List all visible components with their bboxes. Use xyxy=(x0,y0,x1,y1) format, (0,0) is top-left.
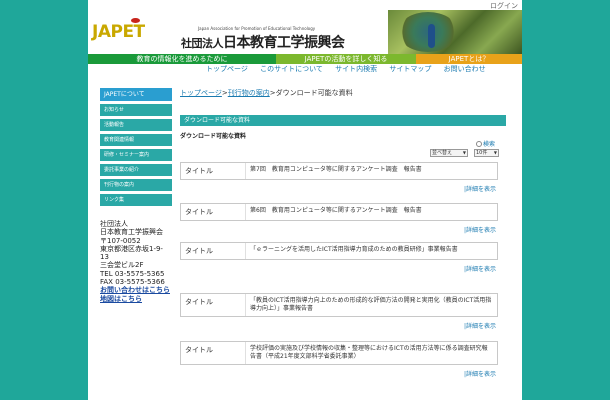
item-label: タイトル xyxy=(185,247,213,255)
section-header-bar: ダウンロード可能な資料 xyxy=(180,115,506,126)
chevron-down-icon: ▼ xyxy=(493,150,497,155)
detail-link[interactable]: |詳細を表示 xyxy=(180,184,496,193)
item-title: 学校評価の実施及び学校情報の収集・整理等におけるICTの活用方法等に係る調査研究… xyxy=(245,342,497,364)
org-name-label: 日本教育工学振興会 xyxy=(223,35,345,51)
peacock-photo xyxy=(388,10,522,54)
count-select-value: 10件 xyxy=(476,150,488,156)
nav-sitemap[interactable]: サイトマップ xyxy=(389,65,431,73)
address-line: 日本教育工学振興会 xyxy=(100,228,163,237)
org-name-japanese: 社団法人日本教育工学振興会 xyxy=(181,32,345,52)
item-title: 「教員のICT活用指導力向上のための形成的な評価方法の開発と実用化（教員のICT… xyxy=(245,294,497,316)
band-education-link[interactable]: 教育の情報化を進めるために xyxy=(88,54,276,64)
nav-top-page[interactable]: トップページ xyxy=(206,65,248,73)
nav-about-site[interactable]: このサイトについて xyxy=(260,65,323,73)
list-item: タイトル 第7回 教育用コンピュータ等に関するアンケート調査 報告書 |詳細を表… xyxy=(180,162,498,193)
top-navigation: トップページ このサイトについて サイト内検索 サイトマップ お問い合わせ xyxy=(206,64,496,74)
peacock-body-shape xyxy=(428,24,435,48)
item-label: タイトル xyxy=(185,167,213,175)
sidebar-item-links[interactable]: リンク集 xyxy=(100,194,172,206)
band-activities-link[interactable]: JAPETの活動を詳しく知る xyxy=(276,54,416,64)
detail-link[interactable]: |詳細を表示 xyxy=(180,264,496,273)
sidebar-item-publications[interactable]: 刊行物の案内 xyxy=(100,179,172,191)
org-name-english: Japan Association for Promotion of Educa… xyxy=(198,26,316,31)
breadcrumb: トップページ>刊行物の案内>ダウンロード可能な資料 xyxy=(180,88,510,98)
count-select[interactable]: 10件 ▼ xyxy=(474,149,499,157)
site-header: JAPET Japan Association for Promotion of… xyxy=(88,10,522,54)
sidebar-menu: JAPETについて お知らせ 活動報告 教育関連情報 研修・セミナー案内 委託事… xyxy=(100,88,172,209)
item-label: タイトル xyxy=(185,298,213,306)
contact-link[interactable]: お問い合わせはこちら xyxy=(100,286,172,294)
item-label: タイトル xyxy=(185,208,213,216)
detail-link[interactable]: |詳細を表示 xyxy=(180,225,496,234)
breadcrumb-publications[interactable]: 刊行物の案内 xyxy=(228,89,270,97)
chevron-down-icon: ▼ xyxy=(462,150,466,155)
sort-select[interactable]: 並べ替え ▼ xyxy=(430,149,468,157)
item-box: タイトル 学校評価の実施及び学校情報の収集・整理等におけるICTの活用方法等に係… xyxy=(180,341,498,365)
breadcrumb-current: ダウンロード可能な資料 xyxy=(275,89,353,97)
detail-link[interactable]: |詳細を表示 xyxy=(180,369,496,378)
address-line: 〒107-0052 xyxy=(100,236,141,245)
item-box: タイトル 第7回 教育用コンピュータ等に関するアンケート調査 報告書 xyxy=(180,162,498,180)
nav-contact[interactable]: お問い合わせ xyxy=(444,65,486,73)
item-box: タイトル 第6回 教育用コンピュータ等に関するアンケート調査 報告書 xyxy=(180,203,498,221)
sort-select-value: 並べ替え xyxy=(432,150,453,156)
address-line: 三会堂ビル2F xyxy=(100,261,144,270)
list-item: タイトル 第6回 教育用コンピュータ等に関するアンケート調査 報告書 |詳細を表… xyxy=(180,203,498,234)
search-icon xyxy=(476,141,482,147)
address-line: 東京都港区赤坂1-9- xyxy=(100,244,163,253)
detail-link[interactable]: |詳細を表示 xyxy=(180,321,496,330)
list-item: タイトル 「ｅラーニングを活用したICT活用指導力育成のための教員研修」事業報告… xyxy=(180,242,498,273)
sidebar-item-about[interactable]: JAPETについて xyxy=(100,88,172,101)
item-box: タイトル 「ｅラーニングを活用したICT活用指導力育成のための教員研修」事業報告… xyxy=(180,242,498,260)
breadcrumb-home[interactable]: トップページ xyxy=(180,89,222,97)
map-link[interactable]: 地図はこちら xyxy=(100,295,172,303)
list-item: タイトル 学校評価の実施及び学校情報の収集・整理等におけるICTの活用方法等に係… xyxy=(180,341,498,378)
sidebar-item-education-info[interactable]: 教育関連情報 xyxy=(100,134,172,146)
search-link[interactable]: 検索 xyxy=(476,139,495,148)
address-line: TEL 03-5575-5365 xyxy=(100,269,165,278)
contact-address: 社団法人 日本教育工学振興会 〒107-0052 東京都港区赤坂1-9- 13 … xyxy=(100,220,172,303)
page-container: ログイン JAPET Japan Association for Promoti… xyxy=(88,0,522,400)
item-title: 第6回 教育用コンピュータ等に関するアンケート調査 報告書 xyxy=(245,204,497,220)
list-item: タイトル 「教員のICT活用指導力向上のための形成的な評価方法の開発と実用化（教… xyxy=(180,293,498,330)
item-box: タイトル 「教員のICT活用指導力向上のための形成的な評価方法の開発と実用化（教… xyxy=(180,293,498,317)
nav-site-search[interactable]: サイト内検索 xyxy=(335,65,377,73)
search-link-label: 検索 xyxy=(483,141,496,148)
sidebar-item-seminars[interactable]: 研修・セミナー案内 xyxy=(100,149,172,161)
band-about-link[interactable]: JAPETとは？ xyxy=(416,54,522,64)
item-title: 「ｅラーニングを活用したICT活用指導力育成のための教員研修」事業報告書 xyxy=(245,243,497,259)
org-corp-label: 社団法人 xyxy=(181,37,224,50)
sidebar-item-news[interactable]: お知らせ xyxy=(100,104,172,116)
category-band: 教育の情報化を進めるために JAPETの活動を詳しく知る JAPETとは？ xyxy=(88,54,522,64)
main-content: トップページ>刊行物の案内>ダウンロード可能な資料 ダウンロード可能な資料 ダウ… xyxy=(180,88,510,378)
section-title: ダウンロード可能な資料 xyxy=(180,133,247,140)
japet-logo[interactable]: JAPET xyxy=(92,22,145,42)
sidebar-item-reports[interactable]: 活動報告 xyxy=(100,119,172,131)
item-title: 第7回 教育用コンピュータ等に関するアンケート調査 報告書 xyxy=(245,163,497,179)
item-label: タイトル xyxy=(185,346,213,354)
sidebar-item-commissioned[interactable]: 委託事業の紹介 xyxy=(100,164,172,176)
